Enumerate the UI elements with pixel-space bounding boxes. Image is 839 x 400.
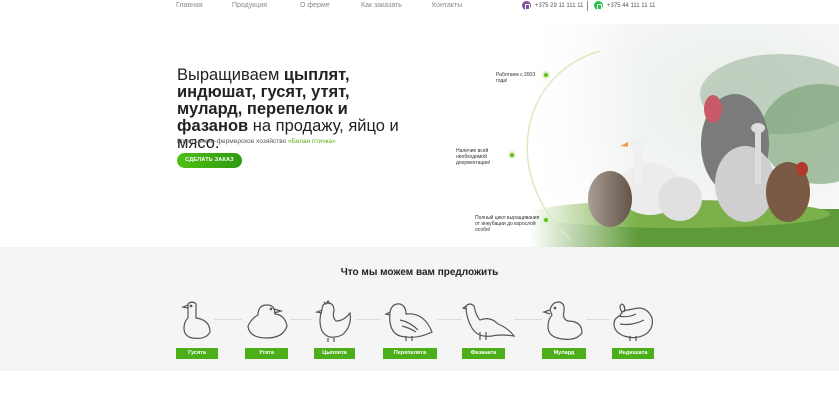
whatsapp-icon — [594, 1, 603, 10]
connector — [586, 319, 610, 320]
nav-about[interactable]: О ферме — [300, 2, 330, 9]
pheasant-icon[interactable] — [462, 300, 516, 342]
bird-label-quails[interactable]: Перепелята — [383, 348, 437, 359]
bird-label-chicks[interactable]: Цыплята — [314, 348, 355, 359]
fact-since-2003: Работаем с 2003 года! — [496, 72, 536, 84]
offer-title: Что мы можем вам предложить — [340, 267, 499, 278]
duckling-icon[interactable] — [246, 301, 288, 341]
nav-home[interactable]: Главная — [176, 2, 203, 9]
phone-whatsapp-number: +375 44 111 11 11 — [607, 2, 656, 9]
phone-whatsapp[interactable]: +375 44 111 11 11 — [594, 1, 655, 10]
quail-icon[interactable] — [384, 300, 436, 342]
hero-section: Выращиваем цыплят, индюшат, гусят, утят,… — [0, 14, 839, 247]
connector — [437, 319, 462, 320]
fact-full-cycle: Полный цикл выращивания от инкубации до … — [475, 215, 540, 233]
fact-dot-1 — [542, 71, 550, 79]
poultry-photo — [530, 24, 839, 247]
turkey-icon[interactable] — [610, 302, 656, 342]
phone-divider — [587, 1, 588, 11]
top-nav: Главная Продукция О ферме Как заказать К… — [0, 0, 839, 14]
fact-dot-2 — [508, 151, 516, 159]
nav-contacts[interactable]: Контакты — [432, 2, 462, 9]
phone-viber[interactable]: +375 29 11 111 11 — [522, 1, 583, 10]
fact-dot-3 — [542, 216, 550, 224]
bird-label-ducklings[interactable]: Утята — [245, 348, 288, 359]
gosling-icon[interactable] — [180, 298, 214, 342]
phone-viber-number: +375 29 11 111 11 — [535, 2, 584, 9]
nav-how-to-order[interactable]: Как заказать — [361, 2, 402, 9]
bird-label-pheasants[interactable]: Фазаната — [462, 348, 505, 359]
mulard-icon[interactable] — [542, 300, 584, 342]
brand-name: «Белая птичка» — [288, 138, 336, 145]
connector — [214, 319, 242, 320]
chick-icon[interactable] — [314, 300, 352, 342]
connector — [356, 319, 381, 320]
bird-label-mulard[interactable]: Мулард — [542, 348, 586, 359]
fact-documents: Наличие всей необходимой документации! — [456, 148, 491, 166]
viber-icon — [522, 1, 531, 10]
bird-label-turkeys[interactable]: Индюшата — [612, 348, 654, 359]
connector — [290, 319, 312, 320]
order-button[interactable]: СДЕЛАТЬ ЗАКАЗ — [177, 153, 242, 168]
bird-label-goslings[interactable]: Гусята — [176, 348, 218, 359]
connector — [514, 319, 542, 320]
nav-products[interactable]: Продукция — [232, 2, 267, 9]
hero-subtitle: Крестьянско-фермерское хозяйство «Белая … — [177, 138, 336, 145]
